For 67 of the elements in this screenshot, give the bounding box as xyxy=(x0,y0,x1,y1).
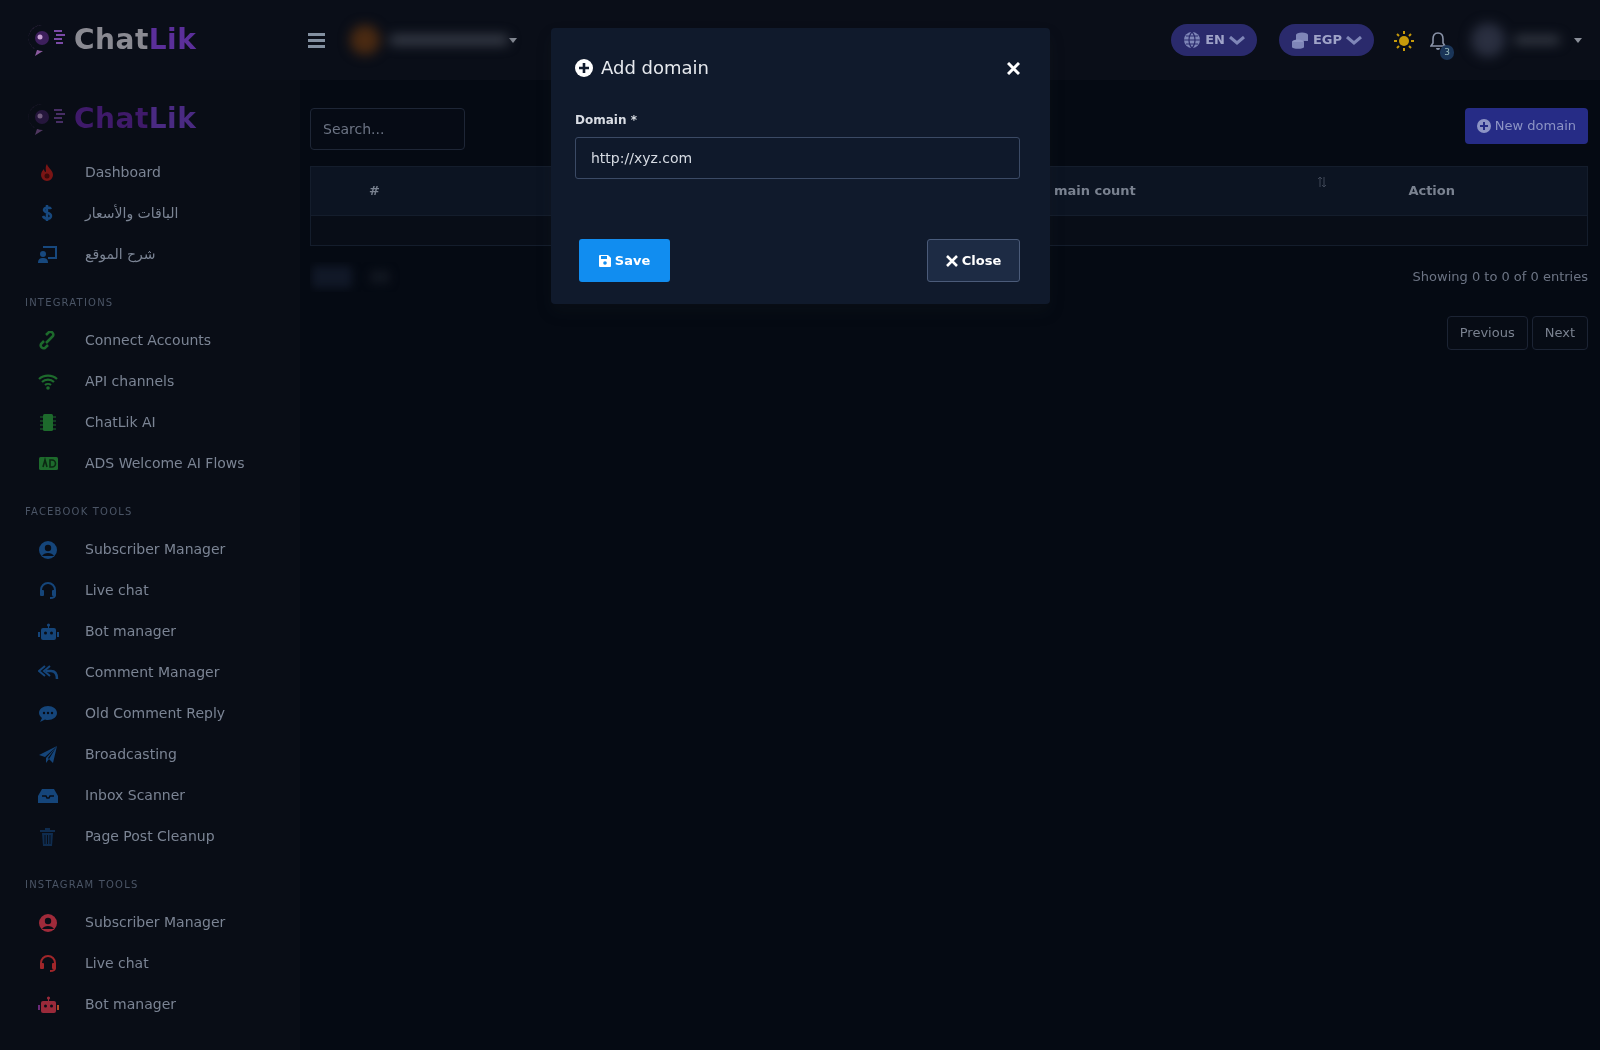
floppy-icon xyxy=(598,254,611,267)
column-header[interactable]: Action xyxy=(1408,181,1455,201)
sidebar-item[interactable]: Subscriber Manager xyxy=(0,529,300,570)
close-icon xyxy=(945,254,958,267)
section-heading: INTEGRATIONS xyxy=(24,296,115,310)
avatar-icon xyxy=(349,24,381,56)
plus-circle-icon xyxy=(575,58,593,77)
sidebar-item[interactable]: Page Post Cleanup xyxy=(0,816,300,857)
headset-icon xyxy=(38,953,59,974)
column-header[interactable]: main count xyxy=(1053,181,1136,201)
pagination-button[interactable]: Next xyxy=(1531,316,1588,350)
notification-badge: 3 xyxy=(1440,44,1454,60)
sidebar-item[interactable]: الباقات والأسعار xyxy=(0,193,300,234)
modal-title: Add domain xyxy=(601,56,709,80)
sidebar-item[interactable]: Subscriber Manager xyxy=(0,902,300,943)
caret-icon xyxy=(509,37,517,43)
sidebar-item[interactable]: ChatLik AI xyxy=(0,402,300,443)
search-field[interactable]: Search... xyxy=(310,108,465,150)
sidebar-item[interactable]: شرح الموقع xyxy=(0,234,300,275)
chip-icon xyxy=(38,412,59,433)
sidebar-item[interactable]: Connect Accounts xyxy=(0,320,300,361)
theme-toggle[interactable] xyxy=(1394,28,1414,52)
new-domain-button[interactable]: New domain xyxy=(1464,108,1588,144)
comment-icon xyxy=(38,703,59,724)
section-heading: INSTAGRAM TOOLS xyxy=(24,878,140,892)
sidebar-item[interactable]: ADS Welcome AI Flows xyxy=(0,443,300,484)
sidebar-item[interactable]: Bot manager xyxy=(0,984,300,1025)
save-button[interactable]: Save xyxy=(579,239,670,282)
sidebar-item[interactable]: Bot manager xyxy=(0,611,300,652)
robot-icon xyxy=(38,994,59,1015)
robot-icon xyxy=(38,621,59,642)
field-label: Domain * xyxy=(575,112,638,129)
column-header[interactable]: # xyxy=(369,181,380,201)
sidebar-item[interactable]: Old Comment Reply xyxy=(0,693,300,734)
globe-icon xyxy=(1183,31,1202,49)
avatar-icon xyxy=(1470,22,1506,58)
paper-plane-icon xyxy=(38,744,59,765)
user-icon xyxy=(38,539,59,560)
sidebar-item[interactable]: Live chat xyxy=(0,943,300,984)
sun-icon xyxy=(1394,30,1414,51)
pagination-button[interactable]: Previous xyxy=(1446,316,1528,350)
currency-selector[interactable]: EGP xyxy=(1278,24,1374,56)
coins-icon xyxy=(1290,31,1309,49)
domain-field[interactable]: http://xyz.com xyxy=(575,137,1020,179)
close-button[interactable]: Close xyxy=(927,239,1020,282)
logo-text: ChatLik xyxy=(74,105,197,133)
sidebar-item[interactable]: Inbox Scanner xyxy=(0,775,300,816)
sort-icon xyxy=(1317,177,1326,187)
sidebar-item[interactable]: API channels xyxy=(0,361,300,402)
headset-icon xyxy=(38,580,59,601)
language-selector[interactable]: EN xyxy=(1171,24,1257,56)
sidebar-item[interactable]: Dashboard xyxy=(0,152,300,193)
sidebar-item[interactable]: Broadcasting xyxy=(0,734,300,775)
plus-circle-icon xyxy=(1476,119,1491,133)
close-icon xyxy=(1007,61,1020,75)
presentation-icon xyxy=(38,244,59,265)
sidebar-item[interactable]: Comment Manager xyxy=(0,652,300,693)
bell-icon xyxy=(1430,31,1446,50)
sidebar-item[interactable]: Live chat xyxy=(0,570,300,611)
chevron-icon xyxy=(1228,35,1245,45)
section-heading: FACEBOOK TOOLS xyxy=(24,505,134,519)
user-icon xyxy=(38,912,59,933)
menu-icon xyxy=(308,33,325,48)
chevron-icon xyxy=(1346,35,1362,45)
entries-info: Showing 0 to 0 of 0 entries xyxy=(1412,268,1588,287)
logo-text: ChatLik xyxy=(74,26,197,54)
caret-icon xyxy=(1574,37,1582,43)
